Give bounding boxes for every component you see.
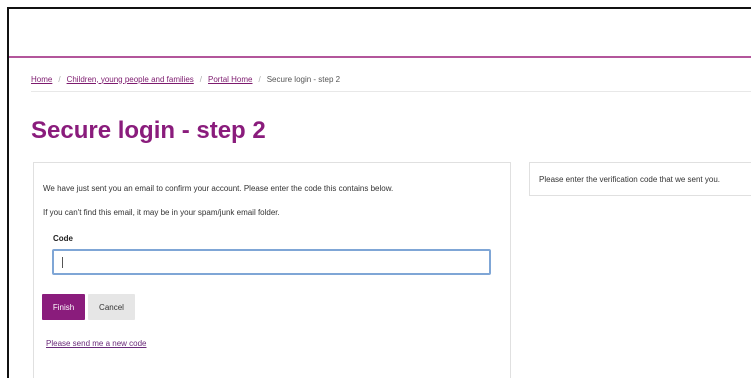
instructions-text: We have just sent you an email to confir… [43,184,394,193]
send-new-code-link[interactable]: Please send me a new code [46,339,147,348]
verification-form-panel: We have just sent you an email to confir… [33,162,511,378]
help-text: Please enter the verification code that … [539,175,720,184]
page-frame: Home / Children, young people and famili… [7,7,751,378]
code-input[interactable] [52,249,491,275]
breadcrumb: Home / Children, young people and famili… [31,71,751,87]
spam-hint-text: If you can't find this email, it may be … [43,208,280,217]
text-caret [62,257,63,268]
help-panel: Please enter the verification code that … [529,162,751,196]
code-label: Code [53,234,73,243]
breadcrumb-portal-home-link[interactable]: Portal Home [208,75,252,84]
breadcrumb-separator: / [58,74,61,84]
breadcrumb-home-link[interactable]: Home [31,75,52,84]
breadcrumb-divider [31,91,751,92]
breadcrumb-separator: / [258,74,261,84]
finish-button[interactable]: Finish [42,294,85,320]
site-header [9,9,751,58]
page-title: Secure login - step 2 [31,117,266,144]
breadcrumb-current: Secure login - step 2 [266,74,341,84]
breadcrumb-children-link[interactable]: Children, young people and families [67,75,194,84]
cancel-button[interactable]: Cancel [88,294,135,320]
breadcrumb-separator: / [199,74,203,84]
